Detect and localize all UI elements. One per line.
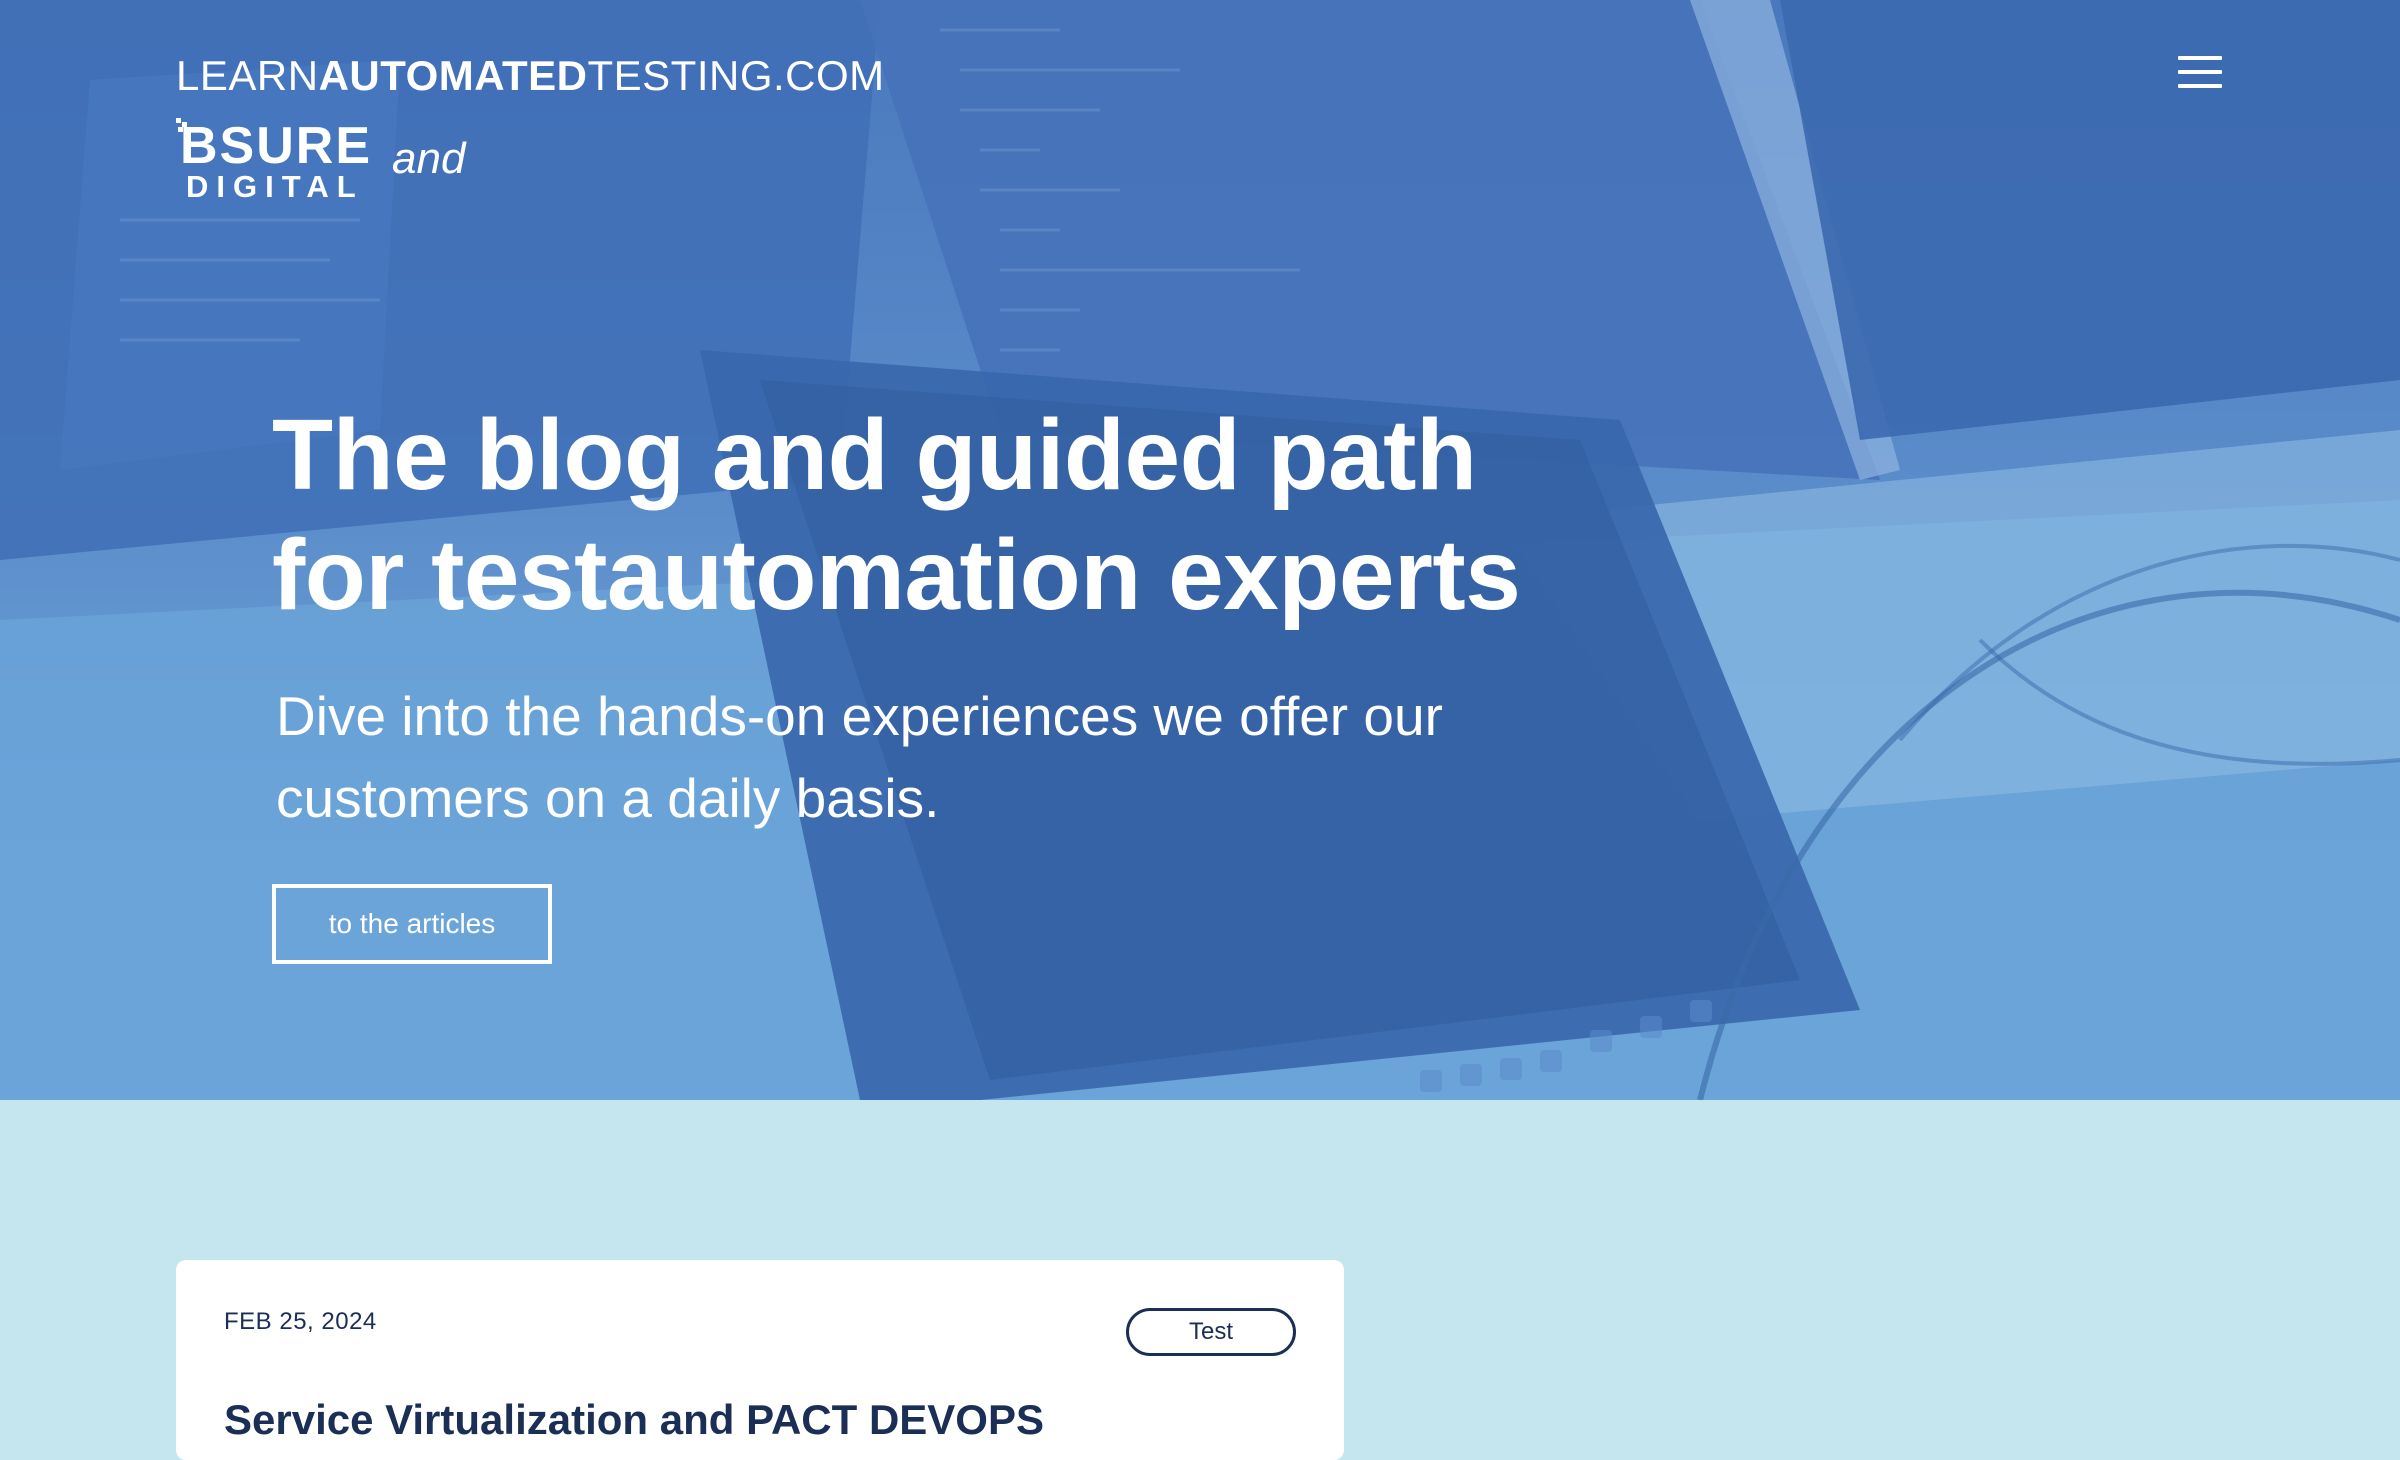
hero-headline-line2: for testautomation experts bbox=[272, 519, 1521, 631]
brand-text-part3: TESTING.COM bbox=[587, 52, 885, 99]
menu-bar-top bbox=[2178, 56, 2222, 60]
partner-logo[interactable]: BSURE DIGITAL bbox=[176, 118, 370, 204]
hero-section: LEARNAUTOMATEDTESTING.COM BSURE DIGITAL … bbox=[0, 0, 2400, 1100]
article-card[interactable]: FEB 25, 2024 Test Service Virtualization… bbox=[176, 1260, 1344, 1460]
brand-text-part2: AUTOMATED bbox=[318, 52, 588, 99]
hero-headline-line1: The blog and guided path bbox=[272, 399, 1477, 511]
hero-headline: The blog and guided path for testautomat… bbox=[272, 395, 1722, 635]
menu-bar-middle bbox=[2178, 70, 2222, 74]
logo-connector-text: and bbox=[392, 134, 466, 183]
hero-subheadline: Dive into the hands-on experiences we of… bbox=[276, 685, 1443, 829]
site-logo[interactable]: LEARNAUTOMATEDTESTING.COM bbox=[176, 52, 885, 100]
menu-bar-bottom bbox=[2178, 84, 2222, 88]
article-title[interactable]: Service Virtualization and PACT DEVOPS bbox=[224, 1396, 1044, 1444]
article-tag-badge[interactable]: Test bbox=[1126, 1308, 1296, 1356]
partner-logo-line2: DIGITAL bbox=[186, 169, 364, 204]
brand-text-part1: LEARN bbox=[176, 52, 319, 99]
to-articles-button[interactable]: to the articles bbox=[272, 884, 552, 964]
partner-logo-line1: BSURE bbox=[180, 117, 373, 175]
article-date: FEB 25, 2024 bbox=[224, 1308, 377, 1335]
hamburger-menu-icon[interactable] bbox=[2178, 56, 2222, 88]
